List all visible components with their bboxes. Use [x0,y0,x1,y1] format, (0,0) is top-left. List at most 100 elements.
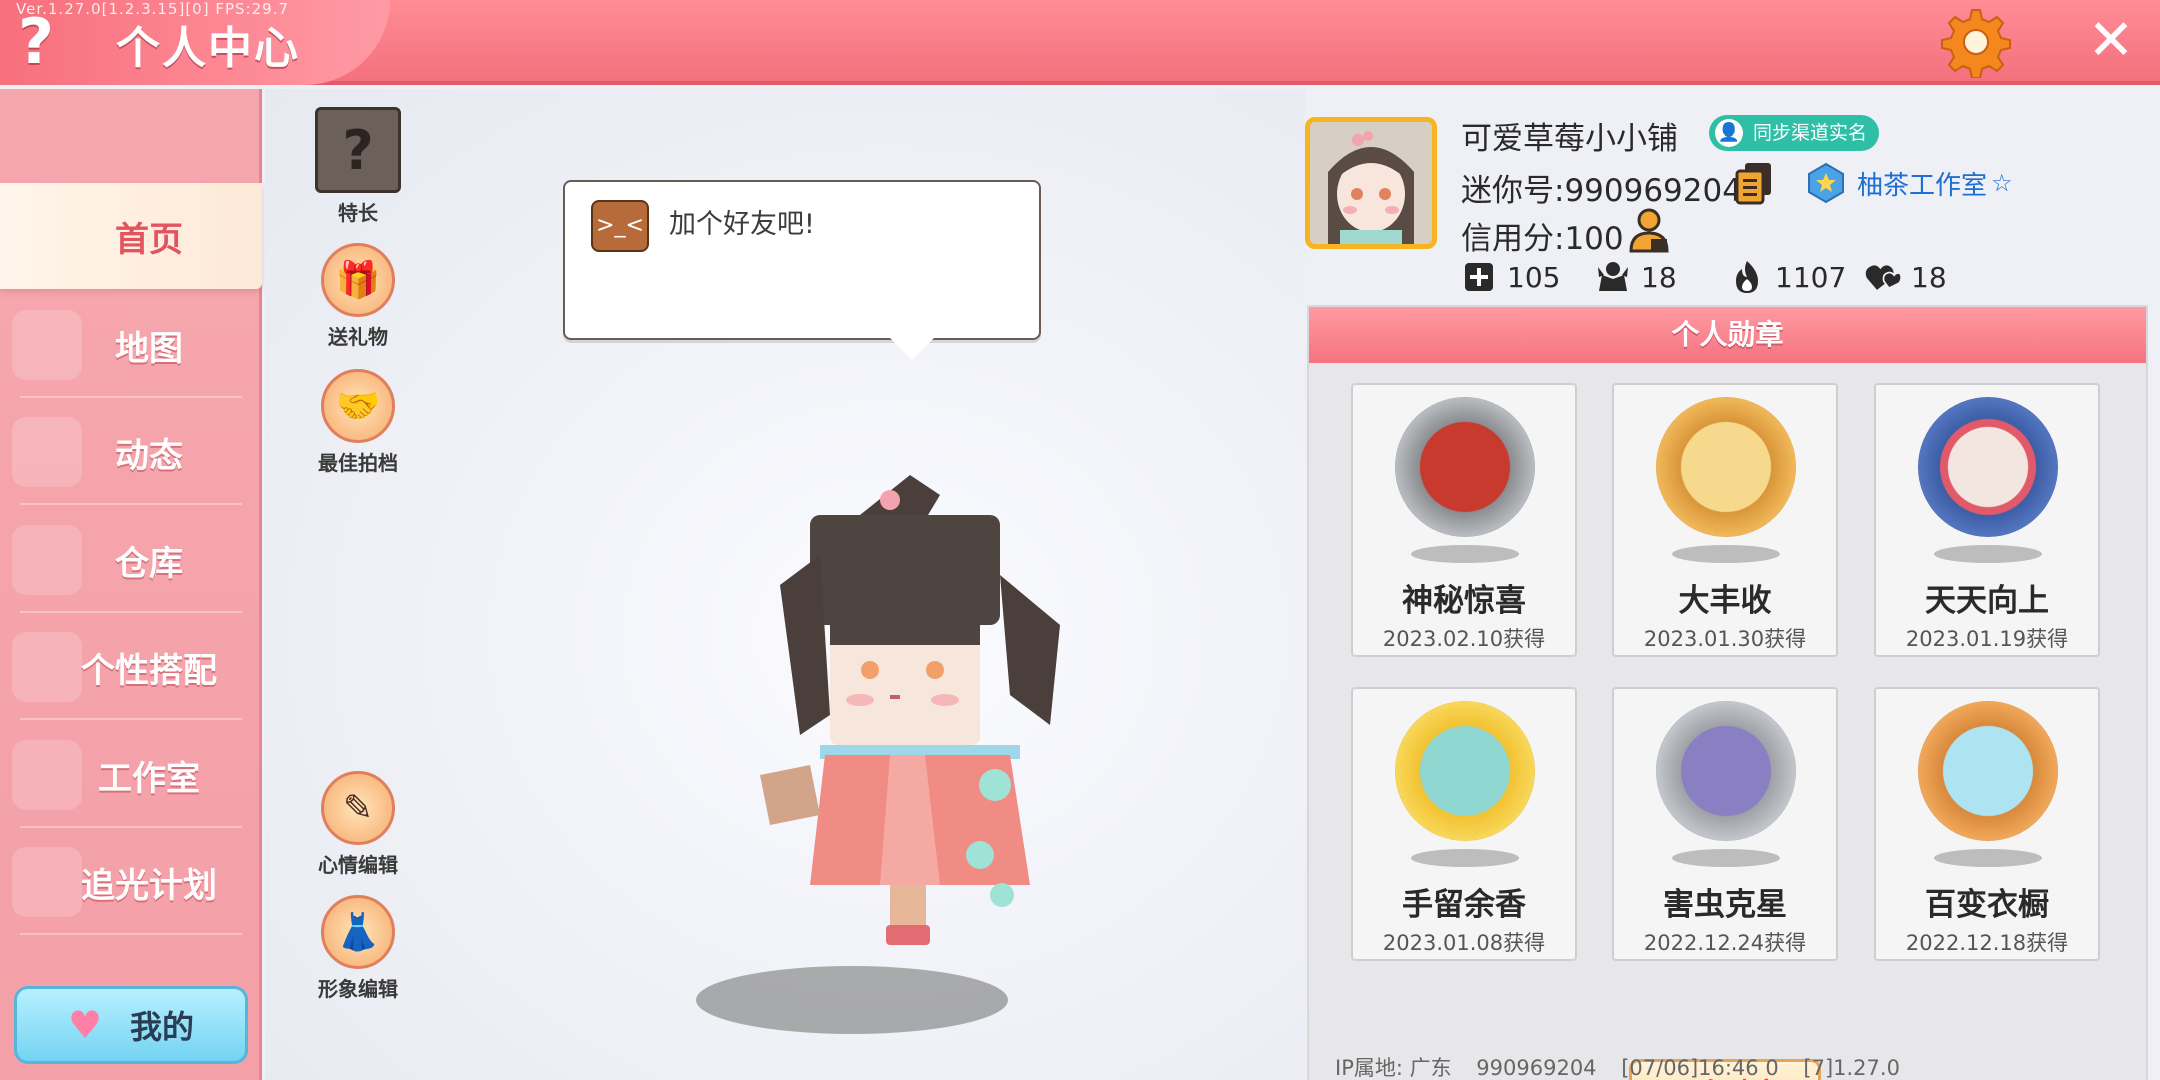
medal-card[interactable]: 神秘惊喜 2023.02.10获得 [1351,383,1577,657]
add-friend-bubble[interactable]: >_< 加个好友吧! [563,180,1041,360]
medal-panel-title: 个人勋章 [1309,307,2146,363]
medal-card[interactable]: 手留余香 2023.01.08获得 [1351,687,1577,961]
mine-button[interactable]: ♥ 我的 [14,986,248,1064]
flame-icon [1729,259,1765,295]
studio-link[interactable]: 柚茶工作室 ☆ [1805,161,2013,205]
medal-card[interactable]: 大丰收 2023.01.30获得 [1612,383,1838,657]
sidebar-item-outfit[interactable]: 个性搭配 [0,614,262,720]
sidebar-item-studio[interactable]: 工作室 [0,722,262,828]
stat-popularity: 1107 [1729,259,1846,295]
gear-icon [1941,9,2011,79]
gift-icon: 🎁 [321,243,395,317]
sidebar-item-label: 工作室 [98,758,200,799]
studio-icon [12,740,82,810]
settings-button[interactable] [1940,6,2012,79]
medal-name: 天天向上 [1925,583,2049,619]
medal-card[interactable]: 百变衣橱 2022.12.18获得 [1874,687,2100,961]
medal-name: 大丰收 [1678,583,1772,619]
close-button[interactable]: ✕ [2080,10,2142,72]
spotlight-icon [12,847,82,917]
stat-value: 1107 [1775,260,1847,294]
sidebar-item-label: 仓库 [115,543,183,584]
sidebar-item-label: 追光计划 [81,865,217,906]
person-badge-icon [1629,208,1669,253]
stat-value: 18 [1911,260,1947,294]
talent-label: 特长 [338,201,378,225]
medal-shadow [1934,849,2042,867]
sidebar-item-home[interactable]: 首页 [0,183,262,289]
medal-fragrance-icon [1395,701,1535,841]
footer-time: [07/06]16:46 0 [1621,1056,1779,1080]
medal-harvest-icon [1656,397,1796,537]
studio-badge-icon [1808,162,1844,204]
medal-mystery-icon [1395,397,1535,537]
medal-shadow [1411,849,1519,867]
medal-name: 百变衣橱 [1925,887,2049,923]
edit-icon: ✎ [321,771,395,845]
copy-id-button[interactable] [1735,161,1773,205]
realname-badge: 👤 同步渠道实名 [1709,115,1880,151]
medal-card[interactable]: 天天向上 2023.01.19获得 [1874,383,2100,657]
mine-label: 我的 [130,1008,195,1046]
mood-edit-label: 心情编辑 [318,853,398,877]
medal-date: 2023.01.08获得 [1382,931,1546,955]
realname-label: 同步渠道实名 [1753,122,1868,144]
avatar-edit-label: 形象编辑 [318,977,398,1001]
best-partner-button[interactable]: 🤝 最佳拍档 [303,369,413,476]
medal-wardrobe-icon [1918,701,2058,841]
handshake-icon: 🤝 [321,369,395,443]
ip-location: IP属地: 广东 [1335,1056,1452,1080]
top-bar: Ver.1.27.0[1.2.3.15][0] FPS:29.7 ? 个人中心 … [0,0,2160,85]
warehouse-icon [12,525,82,595]
bell-icon [12,417,82,487]
map-icon [12,310,82,380]
sidebar-item-label: 地图 [115,328,183,369]
outfit-icon [12,632,82,702]
sidebar-item-map[interactable]: 地图 [0,292,262,398]
medal-date: 2022.12.18获得 [1905,931,2069,955]
medal-name: 手留余香 [1402,887,1526,923]
user-icon: 👤 [1715,119,1743,147]
mascot-icon: >_< [591,200,649,252]
avatar[interactable] [1305,117,1437,249]
sidebar-item-spotlight[interactable]: 追光计划 [0,829,262,935]
medal-date: 2023.01.30获得 [1643,627,1807,651]
stat-fans: 18 [1595,259,1677,295]
stat-value: 105 [1507,260,1561,294]
character-shadow [696,966,1008,1034]
stat-value: 18 [1641,260,1677,294]
mood-edit-button[interactable]: ✎ 心情编辑 [303,771,413,878]
avatar-portrait [1310,122,1432,244]
gift-label: 送礼物 [328,325,388,349]
studio-name: 柚茶工作室 [1857,170,1988,201]
copy-icon [1735,163,1771,205]
sidebar-item-feed[interactable]: 动态 [0,399,262,505]
star-icon: ☆ [1991,169,2013,197]
help-button[interactable]: ? [8,6,64,78]
medal-card[interactable]: 害虫克星 2022.12.24获得 [1612,687,1838,961]
medal-name: 害虫克星 [1663,887,1787,923]
credit-info-button[interactable] [1627,207,1671,255]
talent-button[interactable]: ? 特长 [303,107,413,226]
gift-button[interactable]: 🎁 送礼物 [303,243,413,350]
medal-date: 2023.02.10获得 [1382,627,1546,651]
mini-id: 迷你号:990969204 [1461,173,1742,209]
plus-box-icon [1461,259,1497,295]
medal-panel: 个人勋章 神秘惊喜 2023.02.10获得 大丰收 2023.01.30获得 … [1307,305,2148,1080]
medal-shadow [1672,545,1780,563]
footer-version: [7]1.27.0 [1803,1056,1900,1080]
avatar-edit-button[interactable]: 👗 形象编辑 [303,895,413,1002]
fans-icon [1595,259,1631,295]
medal-name: 神秘惊喜 [1402,583,1526,619]
hearts-icon [1865,259,1901,295]
medal-shadow [1934,545,2042,563]
page-title: 个人中心 [116,23,300,74]
profile-panel: 可爱草莓小小铺 👤 同步渠道实名 迷你号:990969204 柚茶工作室 ☆ 信… [1305,89,2160,1080]
medal-daily-icon [1918,397,2058,537]
bubble-text: 加个好友吧! [669,209,815,240]
character-avatar[interactable] [740,455,1100,975]
medal-shadow [1411,545,1519,563]
credit-score: 信用分:100 [1461,221,1624,257]
sidebar-item-warehouse[interactable]: 仓库 [0,507,262,613]
sidebar-item-label: 首页 [115,219,183,260]
